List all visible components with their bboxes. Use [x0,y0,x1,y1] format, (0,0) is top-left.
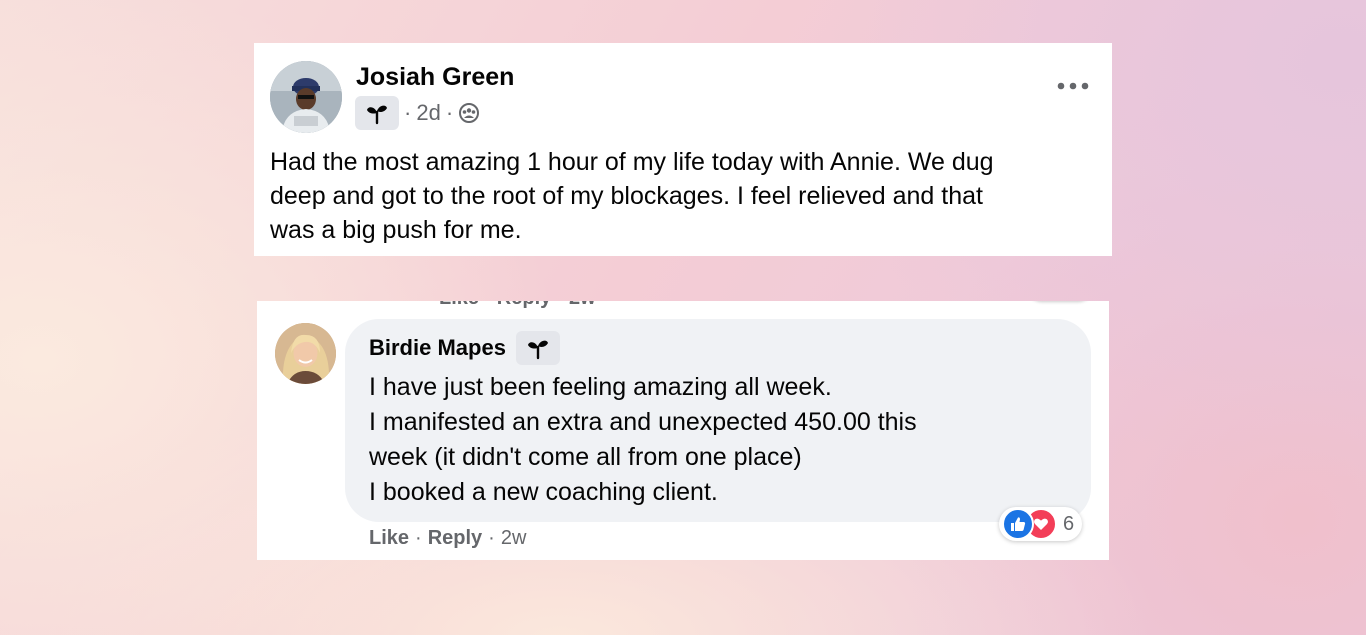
previous-comment-actions[interactable]: Like · Reply · 2w [439,301,596,310]
post-card: Josiah Green · 2d · Had the most amazing… [254,43,1112,256]
meta-separator: · [404,100,412,125]
like-button[interactable]: Like [369,527,409,550]
post-time[interactable]: 2d [416,100,440,126]
post-meta: · 2d · [355,96,480,130]
comment-bubble: Birdie Mapes I have just been feeling am… [345,319,1091,522]
action-separator: · [415,526,422,549]
like-reaction-icon [1002,508,1034,540]
comment-actions: Like · Reply · 2w [369,523,526,553]
post-author-avatar[interactable] [270,61,342,133]
comment-card: Like · Reply · 2w Birdie Mapes I have ju… [257,301,1109,560]
comment-body-text: I have just been feeling amazing all wee… [369,373,917,506]
comment-author-name[interactable]: Birdie Mapes [369,335,506,361]
action-separator: · [488,526,495,549]
post-body-text: Had the most amazing 1 hour of my life t… [270,148,994,244]
reply-button[interactable]: Reply [428,527,482,550]
avatar-photo-icon [270,61,342,133]
reactions-summary[interactable]: 6 [999,507,1083,541]
reaction-count: 6 [1063,512,1075,535]
post-author-name[interactable]: Josiah Green [356,63,514,92]
avatar-photo-icon [275,323,336,384]
comment-author-avatar[interactable] [275,323,336,384]
seedling-icon[interactable] [515,331,560,365]
seedling-icon[interactable] [355,96,399,130]
more-options-icon[interactable] [1056,79,1090,93]
comment-author-row: Birdie Mapes [369,331,560,365]
group-icon[interactable] [458,102,480,124]
comment-time[interactable]: 2w [501,527,527,550]
meta-separator: · [445,100,454,125]
